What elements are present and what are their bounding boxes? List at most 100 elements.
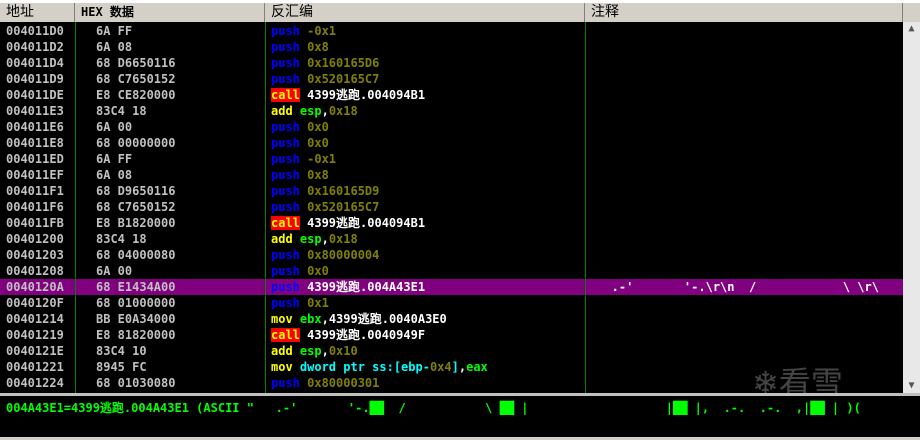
operand: -0x1 [307,152,337,166]
header-hex[interactable]: HEX 数据 [75,3,265,22]
operand: 4399逃跑.0040949F [299,328,426,342]
row-disassembly: push 0x8 [271,39,583,55]
row-comment [590,23,902,39]
scroll-down-icon[interactable]: ▼ [903,379,920,393]
row-comment [590,39,902,55]
row-comment [590,311,902,327]
mnemonic: call [271,328,300,342]
cpu-disassembly-pane: 地址 HEX 数据 反汇编 注释 004011D0 6A FF push -0x1 0… [0,0,920,440]
table-row[interactable]: 004011DE E8 CE820000 call 4399逃跑.004094B1 [0,87,903,103]
row-disassembly: call 4399逃跑.004094B1 [271,87,583,103]
info-line: 004A43E1=4399逃跑.004A43E1 (ASCII " .-' '-… [6,401,861,415]
mnemonic: push [271,200,308,214]
row-address: 00401203 [6,248,64,262]
row-hex-bytes: 68 C7650152 [96,72,176,86]
mnemonic: add [271,232,300,246]
row-hex-bytes: 68 D6650116 [96,56,176,70]
scroll-up-icon[interactable]: ▲ [903,22,920,36]
row-hex-bytes: 68 D9650116 [96,184,176,198]
table-row[interactable]: 00401200 83C4 18 add esp,0x18 [0,231,903,247]
table-row[interactable]: 004011D2 6A 08 push 0x8 [0,39,903,55]
row-address: 004011DE [6,88,64,102]
disassembly-rows[interactable]: 004011D0 6A FF push -0x1 004011D2 6A 08 push … [0,22,903,393]
row-address: 004011FB [6,216,64,230]
table-row[interactable]: 004011D0 6A FF push -0x1 [0,23,903,39]
table-row[interactable]: 0040120F 68 01000000 push 0x1 [0,295,903,311]
table-row[interactable]: 004011E8 68 00000000 push 0x0 [0,135,903,151]
operand: 0x80000004 [307,248,380,262]
row-address: 00401219 [6,328,64,342]
table-row[interactable]: 004011D4 68 D6650116 push 0x160165D6 [0,55,903,71]
operand: ebx [299,312,322,326]
row-address: 004011EF [6,168,64,182]
row-disassembly: call 4399逃跑.004094B1 [271,215,583,231]
mnemonic: push [271,376,308,390]
operand: 4399逃跑.004094B1 [299,88,426,102]
table-row[interactable]: 004011F1 68 D9650116 push 0x160165D9 [0,183,903,199]
table-row[interactable]: 004011FB E8 B1820000 call 4399逃跑.004094B1 [0,215,903,231]
header-address[interactable]: 地址 [0,3,75,22]
row-disassembly: push 4399逃跑.004A43E1 [271,279,583,295]
table-row[interactable]: 004011D9 68 C7650152 push 0x520165C7 [0,71,903,87]
row-disassembly: add esp,0x18 [271,103,583,119]
operand: ] [451,360,459,374]
table-row[interactable]: 0040120A 68 E1434A00 push 4399逃跑.004A43E1 … [0,279,903,295]
row-hex-bytes: 68 01000000 [96,296,176,310]
table-row[interactable]: 004011EF 6A 08 push 0x8 [0,167,903,183]
row-hex-bytes: 6A 08 [96,168,133,182]
row-hex-bytes: 83C4 10 [96,344,147,358]
table-row[interactable]: 004011ED 6A FF push -0x1 [0,151,903,167]
row-disassembly: mov dword ptr ss:[ebp-0x4],eax [271,359,583,375]
table-row[interactable]: 004011E6 6A 00 push 0x0 [0,119,903,135]
row-address: 004011D4 [6,56,64,70]
row-comment [590,231,902,247]
operand: 0x18 [328,104,358,118]
mnemonic: push [271,248,308,262]
row-hex-bytes: 8945 FC [96,360,147,374]
row-comment [590,343,902,359]
operand: eax [466,360,488,374]
operand: 0x10 [328,344,358,358]
row-address: 00401214 [6,312,64,326]
row-address: 0040120F [6,296,64,310]
operand: esp [299,344,322,358]
mnemonic: push [271,24,308,38]
operand: 0x160165D6 [307,56,380,70]
row-hex-bytes: 6A 08 [96,40,133,54]
row-comment [590,247,902,263]
column-header-bar: 地址 HEX 数据 反汇编 注释 [0,0,920,22]
row-hex-bytes: E8 CE820000 [96,88,176,102]
header-disasm[interactable]: 反汇编 [265,3,585,22]
table-row[interactable]: 00401219 E8 81820000 call 4399逃跑.0040949F [0,327,903,343]
row-disassembly: call 4399逃跑.0040949F [271,327,583,343]
row-address: 004011F1 [6,184,64,198]
operand: , [321,104,329,118]
mnemonic: push [271,152,308,166]
mnemonic: push [271,56,308,70]
row-disassembly: push 0x80000301 [271,375,583,391]
mnemonic: push [271,168,308,182]
operand: 0x8 [307,168,329,182]
header-comment[interactable]: 注释 [585,3,903,22]
mnemonic: push [271,136,308,150]
operand: 0x80000301 [307,376,380,390]
table-row[interactable]: 004011F6 68 C7650152 push 0x520165C7 [0,199,903,215]
row-address: 004011E8 [6,136,64,150]
operand: 4399逃跑.004A43E1 [307,280,426,294]
table-row[interactable]: 00401208 6A 00 push 0x0 [0,263,903,279]
table-row[interactable]: 0040121E 83C4 10 add esp,0x10 [0,343,903,359]
table-row[interactable]: 00401214 BB E0A34000 mov ebx,4399逃跑.0040A3… [0,311,903,327]
row-disassembly: push 0x520165C7 [271,71,583,87]
row-hex-bytes: 83C4 18 [96,232,147,246]
row-address: 0040121E [6,344,64,358]
operand: 0x4 [429,360,452,374]
mnemonic: call [271,216,300,230]
mnemonic: add [271,344,300,358]
table-row[interactable]: 004011E3 83C4 18 add esp,0x18 [0,103,903,119]
mnemonic: push [271,72,308,86]
operand: ,4399逃跑.0040A3E0 [321,312,447,326]
table-row[interactable]: 00401203 68 04000080 push 0x80000004 [0,247,903,263]
row-hex-bytes: BB E0A34000 [96,312,176,326]
row-address: 00401224 [6,376,64,390]
vertical-scrollbar[interactable]: ▲ ▼ [903,22,920,393]
